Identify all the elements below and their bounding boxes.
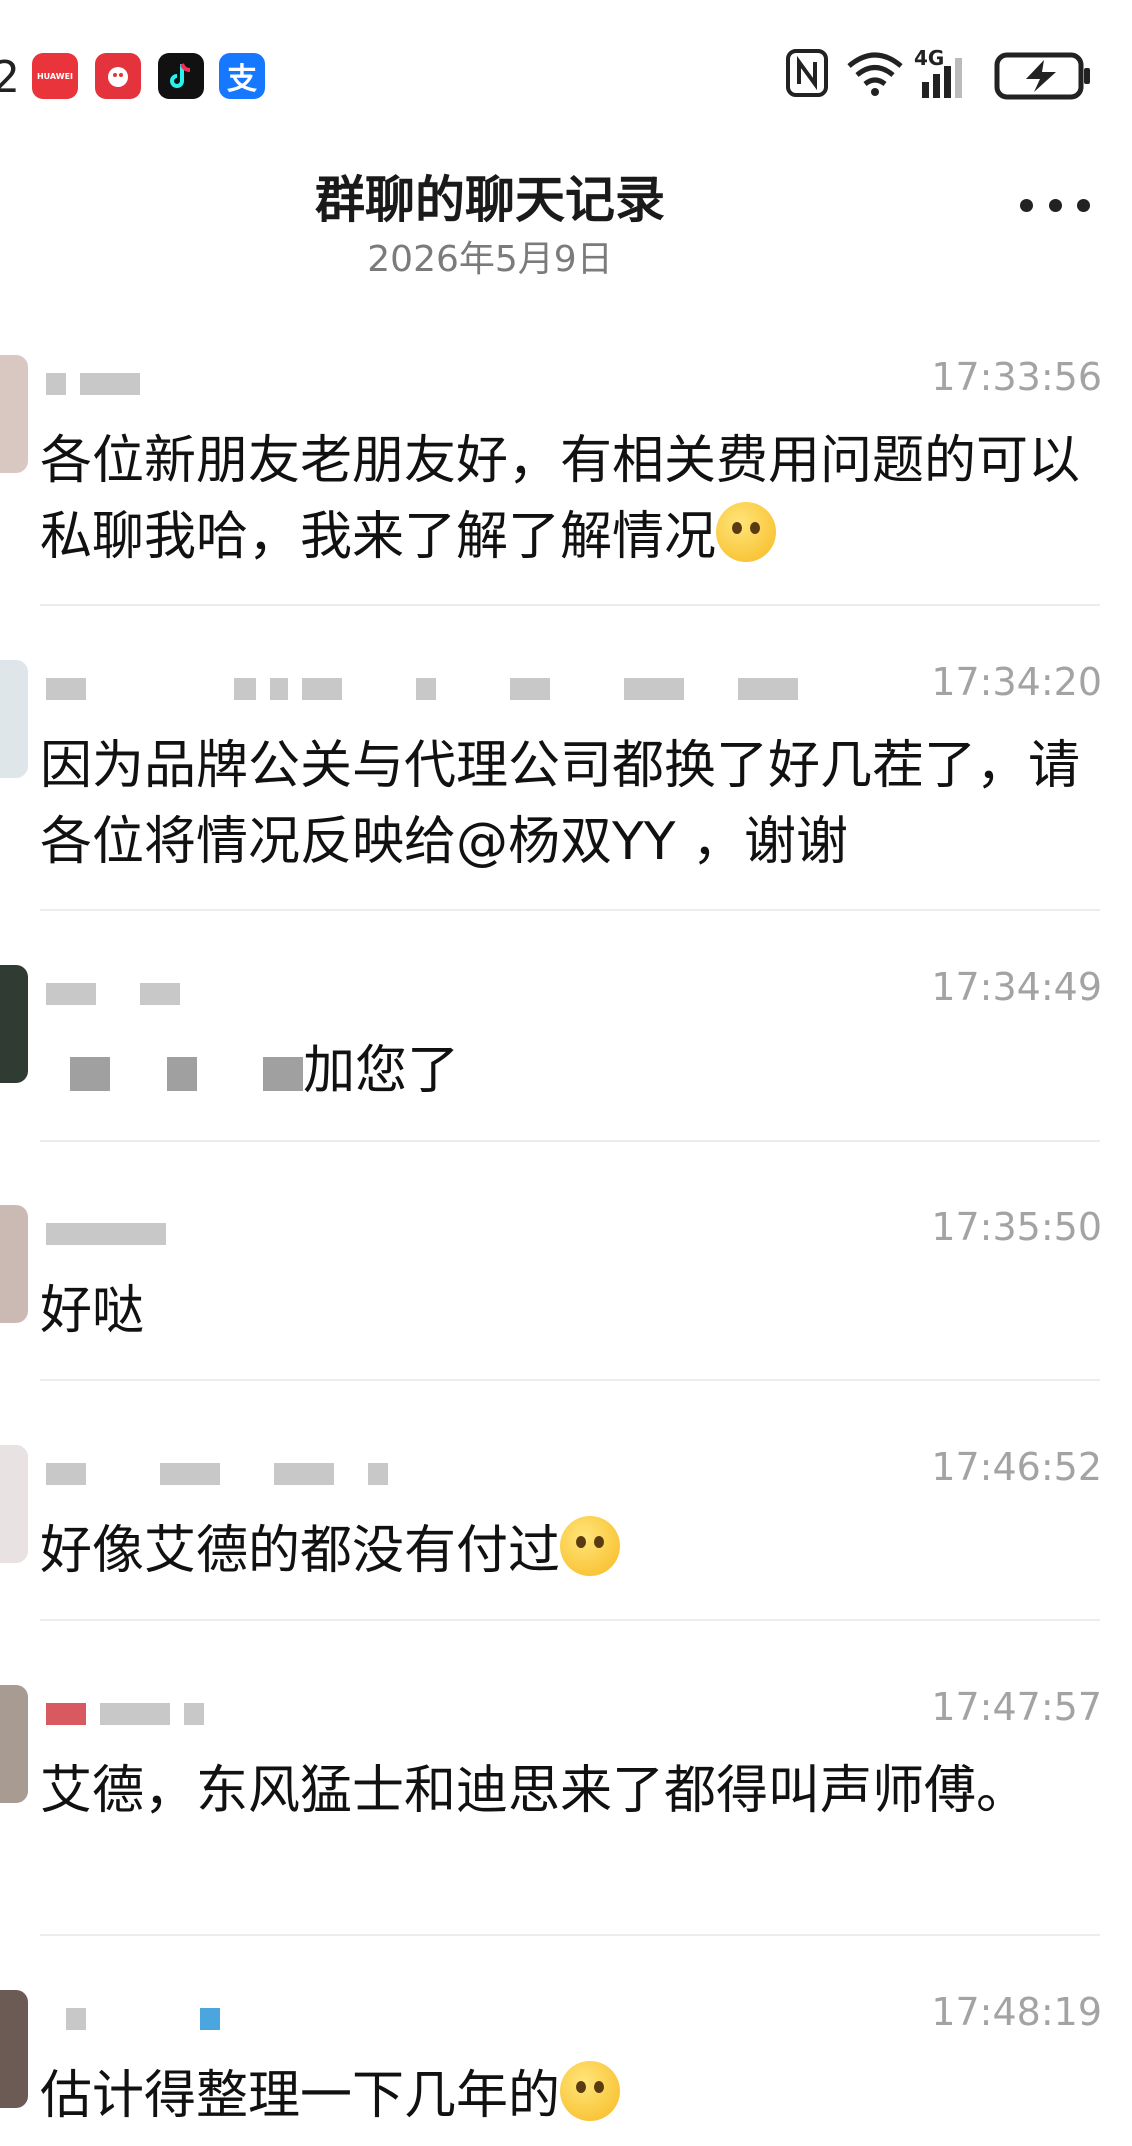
divider — [40, 1379, 1100, 1381]
divider — [40, 1140, 1100, 1142]
tiktok-icon — [158, 53, 204, 99]
message-text[interactable]: 艾德，东风猛士和迪思来了都得叫声师傅。 — [40, 1753, 1100, 1829]
message-text[interactable]: 好像艾德的都没有付过 — [40, 1513, 1100, 1589]
message-text[interactable]: 估计得整理一下几年的 — [40, 2058, 1100, 2134]
more-options-button[interactable] — [1020, 190, 1090, 220]
sender-name-redacted — [46, 1223, 166, 1245]
divider — [40, 604, 1100, 606]
message-item[interactable]: 17:33:56 各位新朋友老朋友好，有相关费用问题的可以私聊我哈，我来了解了解… — [0, 355, 1132, 605]
redacted-mention — [263, 1057, 304, 1091]
huawei-appgallery-icon: HUAWEI — [32, 53, 78, 99]
message-time: 17:33:56 — [931, 355, 1102, 399]
page-title: 群聊的聊天记录 — [315, 171, 665, 229]
wifi-icon — [847, 52, 903, 96]
message-time: 17:47:57 — [931, 1685, 1102, 1729]
avatar[interactable] — [0, 965, 28, 1083]
history-date: 2026年5月9日 — [367, 239, 613, 280]
avatar[interactable] — [0, 1685, 28, 1803]
thinking-face-icon — [560, 2061, 621, 2121]
chat-history-header: 群聊的聊天记录 2026年5月9日 — [0, 150, 1132, 290]
message-item[interactable]: 17:47:57 艾德，东风猛士和迪思来了都得叫声师傅。 — [0, 1685, 1132, 1925]
message-text[interactable]: 因为品牌公关与代理公司都换了好几茬了，请各位将情况反映给@杨双YY ，谢谢 — [40, 728, 1100, 880]
message-time: 17:46:52 — [931, 1445, 1102, 1489]
pleading-face-icon — [716, 502, 777, 562]
status-bar: 2 HUAWEI 支 4G — [0, 0, 1132, 150]
message-item[interactable]: 17:34:49 加您了 — [0, 965, 1132, 1145]
status-time: 2 — [0, 52, 20, 103]
message-item[interactable]: 17:46:52 好像艾德的都没有付过 — [0, 1445, 1132, 1615]
message-time: 17:34:49 — [931, 965, 1102, 1009]
message-text[interactable]: 好哒 — [40, 1273, 1100, 1349]
redacted-mention — [70, 1057, 110, 1091]
alipay-icon: 支 — [219, 53, 265, 99]
message-text[interactable]: 加您了 — [40, 1033, 1100, 1109]
avatar[interactable] — [0, 1445, 28, 1563]
message-time: 17:35:50 — [931, 1205, 1102, 1249]
redacted-mention — [166, 1057, 197, 1091]
avatar[interactable] — [0, 1205, 28, 1323]
divider — [40, 909, 1100, 911]
avatar[interactable] — [0, 355, 28, 473]
battery-charging-icon — [994, 52, 1090, 100]
sender-name-redacted — [46, 678, 798, 700]
avatar[interactable] — [0, 1990, 28, 2108]
signal-icon — [922, 58, 962, 98]
sender-name-redacted — [46, 2008, 220, 2030]
more-dot-icon — [1077, 198, 1090, 212]
message-item[interactable]: 17:34:20 因为品牌公关与代理公司都换了好几茬了，请各位将情况反映给@杨双… — [0, 660, 1132, 910]
avatar[interactable] — [0, 660, 28, 778]
message-text[interactable]: 各位新朋友老朋友好，有相关费用问题的可以私聊我哈，我来了解了解情况 — [40, 423, 1100, 575]
woozy-face-icon — [560, 1516, 621, 1576]
sender-name-redacted — [46, 983, 180, 1005]
divider — [40, 1619, 1100, 1621]
divider — [40, 1934, 1100, 1936]
nfc-icon — [786, 49, 828, 97]
message-time: 17:48:19 — [931, 1990, 1102, 2034]
sender-name-redacted — [46, 373, 140, 395]
message-item[interactable]: 17:48:19 估计得整理一下几年的 — [0, 1990, 1132, 2146]
sender-name-redacted — [46, 1463, 388, 1485]
message-time: 17:34:20 — [931, 660, 1102, 704]
more-dot-icon — [1048, 198, 1062, 212]
sender-name-redacted — [46, 1703, 204, 1725]
more-dot-icon — [1020, 198, 1033, 212]
shopping-app-icon — [95, 53, 141, 99]
message-item[interactable]: 17:35:50 好哒 — [0, 1205, 1132, 1375]
